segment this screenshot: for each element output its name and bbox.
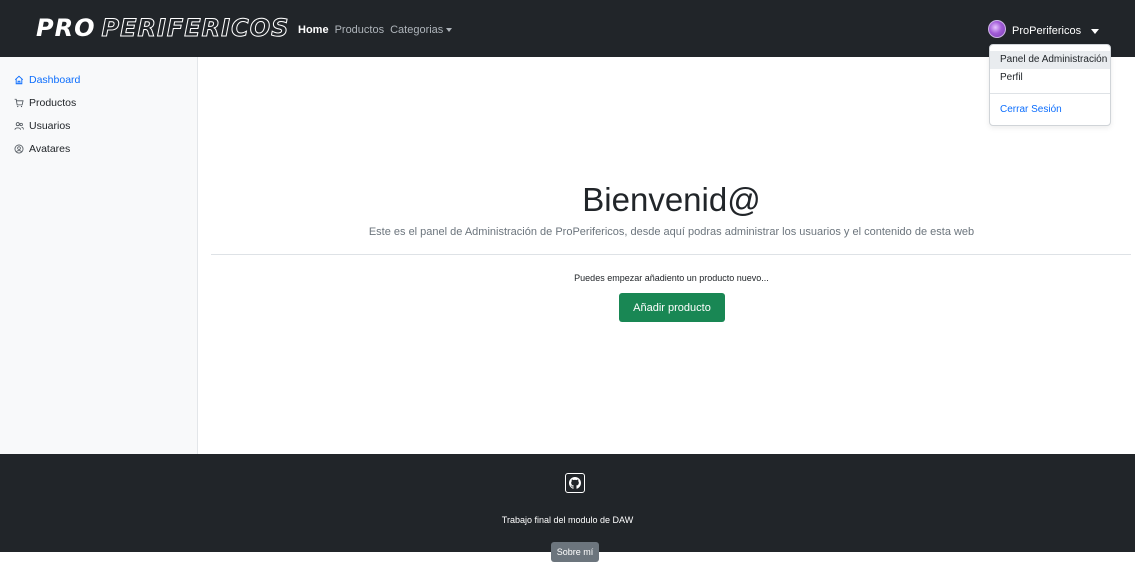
sidebar-item-avatares[interactable]: Avatares — [14, 143, 70, 155]
user-menu-toggle[interactable]: ProPerifericos — [988, 20, 1100, 40]
sidebar-item-label: Avatares — [29, 143, 71, 155]
users-icon — [14, 122, 24, 130]
sidebar-item-label: Productos — [29, 97, 77, 109]
sidebar-item-label: Usuarios — [29, 120, 71, 132]
nav-link-categorias-label: Categorias — [390, 24, 444, 36]
user-circle-icon — [14, 144, 24, 154]
github-icon — [569, 477, 581, 489]
user-dropdown-menu: Panel de Administración Perfil Cerrar Se… — [989, 44, 1111, 126]
nav-link-home[interactable]: Home — [298, 24, 329, 36]
brand-logo[interactable]: PRO PERIFERICOS — [36, 14, 290, 43]
footer: Trabajo final del modulo de DAW Sobre mí — [0, 454, 1135, 562]
sidebar: Dashboard Productos Usuarios Avatares — [0, 57, 198, 454]
sidebar-item-label: Dashboard — [29, 74, 81, 86]
add-product-button[interactable]: Añadir producto — [619, 293, 725, 322]
avatar — [988, 20, 1006, 38]
house-icon — [14, 75, 24, 85]
brand-logo-outline: PERIFERICOS — [101, 14, 290, 43]
nav-link-productos[interactable]: Productos — [335, 24, 385, 36]
sidebar-item-dashboard[interactable]: Dashboard — [14, 74, 80, 86]
footer-text: Trabajo final del modulo de DAW — [501, 515, 634, 525]
dropdown-divider — [990, 93, 1110, 94]
github-button[interactable] — [565, 473, 585, 493]
dropdown-item-perfil[interactable]: Perfil — [990, 69, 1110, 87]
nav-links: Home Productos Categorias — [298, 24, 453, 36]
chevron-down-icon — [1091, 28, 1100, 34]
dropdown-item-admin-panel[interactable]: Panel de Administración — [990, 51, 1110, 69]
dropdown-item-logout[interactable]: Cerrar Sesión — [990, 101, 1110, 119]
cart-icon — [14, 98, 24, 108]
sidebar-item-usuarios[interactable]: Usuarios — [14, 120, 70, 132]
about-button[interactable]: Sobre mí — [551, 542, 599, 562]
chevron-down-icon — [446, 28, 453, 33]
brand-logo-bold: PRO — [36, 14, 96, 42]
divider — [211, 254, 1131, 255]
hint-text: Puedes empezar añadiento un producto nue… — [574, 273, 769, 283]
top-navbar: PRO PERIFERICOS Home Productos Categoria… — [0, 0, 1135, 57]
page-title: Bienvenid@ — [582, 181, 761, 218]
sidebar-item-productos[interactable]: Productos — [14, 97, 76, 109]
user-name: ProPerifericos — [1012, 25, 1082, 37]
nav-link-categorias[interactable]: Categorias — [390, 24, 453, 36]
page-subtitle: Este es el panel de Administración de Pr… — [368, 226, 975, 238]
